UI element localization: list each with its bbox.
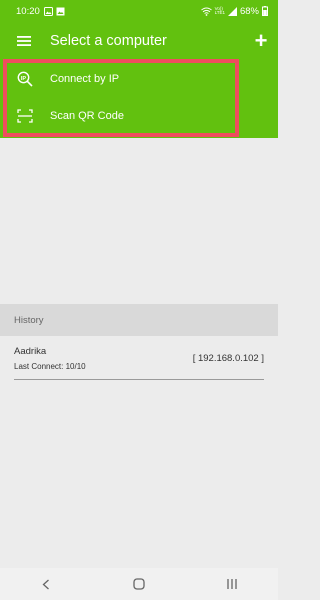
image-icon (43, 6, 53, 16)
recents-button[interactable] (202, 568, 262, 600)
battery-text: 68% (239, 5, 259, 17)
add-computer-button[interactable]: + (244, 22, 278, 60)
volte-icon: Vo)) LTE1 (214, 6, 225, 16)
divider (14, 379, 264, 380)
status-bar: 10:20 Vo)) LTE1 68% (0, 0, 278, 22)
highlight-annotation (3, 59, 239, 137)
app-bar: Select a computer + (0, 22, 278, 60)
menu-button[interactable] (0, 22, 48, 60)
volte-line-2: LTE1 (214, 10, 225, 15)
wifi-icon (200, 7, 212, 16)
page-title: Select a computer (50, 33, 167, 49)
status-time: 10:20 (16, 5, 40, 17)
history-last-connect: Last Connect: 10/10 (14, 362, 86, 371)
home-button[interactable] (109, 568, 169, 600)
recents-icon (226, 579, 237, 589)
gallery-icon (56, 7, 65, 15)
history-ip-address: [ 192.168.0.102 ] (192, 353, 264, 364)
back-button[interactable] (16, 568, 76, 600)
menu-icon (17, 36, 31, 46)
plus-icon: + (254, 28, 268, 53)
back-icon (42, 579, 50, 589)
history-computer-name: Aadrika (14, 346, 47, 357)
history-title: History (14, 314, 44, 326)
signal-icon (227, 6, 237, 16)
home-icon (133, 578, 145, 590)
history-entry[interactable]: Aadrika Last Connect: 10/10 [ 192.168.0.… (0, 336, 278, 386)
battery-icon (262, 6, 268, 16)
navigation-bar (0, 568, 278, 600)
history-header: History (0, 304, 278, 336)
